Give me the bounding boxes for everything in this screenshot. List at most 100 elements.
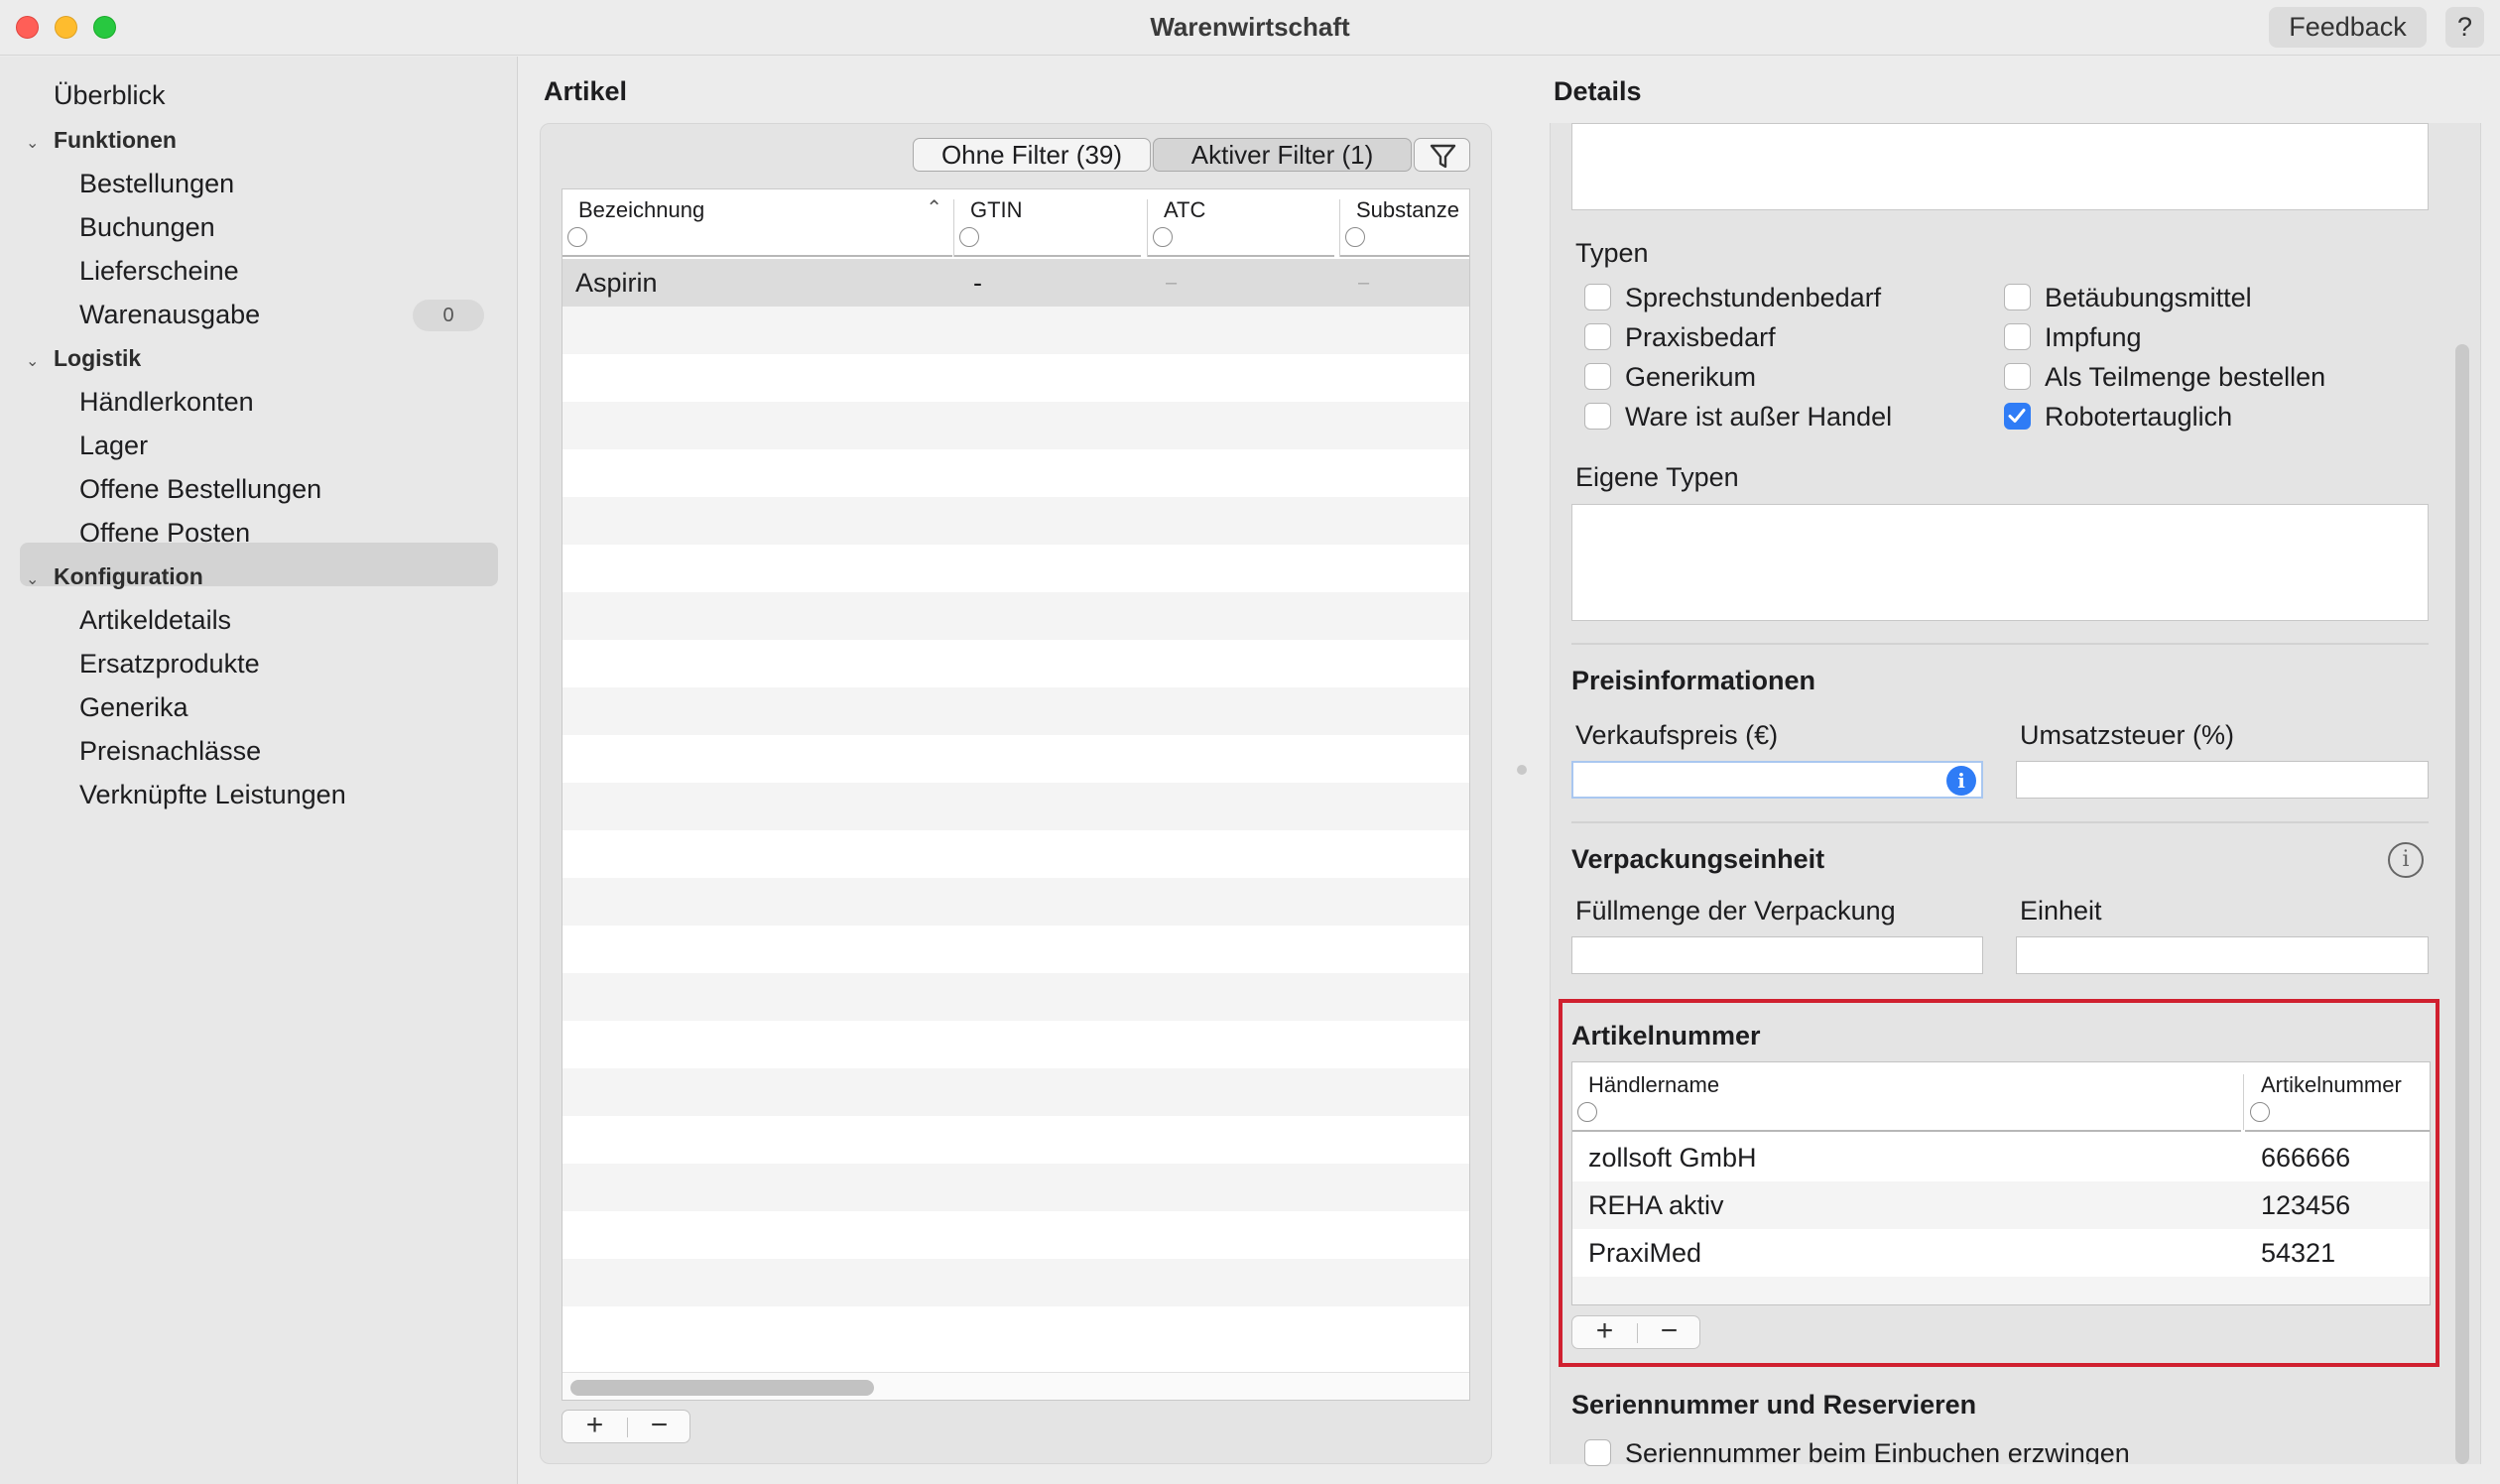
checkbox-robotertauglich[interactable] bbox=[2004, 403, 2031, 430]
sidebar-section-logistik[interactable]: ⌄ Logistik bbox=[26, 338, 141, 378]
cell-gtin: - bbox=[973, 268, 982, 298]
checkbox-label: Impfung bbox=[2045, 322, 2142, 352]
umsatzsteuer-input[interactable] bbox=[2016, 761, 2429, 799]
divider bbox=[1571, 821, 2429, 823]
sidebar-item-warenausgabe[interactable]: Warenausgabe bbox=[79, 295, 260, 334]
column-header-gtin[interactable]: GTIN bbox=[954, 189, 1141, 257]
einheit-label: Einheit bbox=[2020, 896, 2102, 926]
title-bar: Warenwirtschaft Feedback ? bbox=[0, 0, 2500, 56]
column-filter-radio[interactable] bbox=[1153, 227, 1173, 247]
checkbox-ausser-handel[interactable] bbox=[1584, 403, 1611, 430]
fuellmenge-input[interactable] bbox=[1571, 936, 1983, 974]
checkbox-label: Betäubungsmittel bbox=[2045, 283, 2252, 312]
horizontal-scrollbar-thumb[interactable] bbox=[570, 1380, 874, 1396]
column-header-bezeichnung[interactable]: Bezeichnung ⌃ bbox=[562, 189, 952, 257]
row-stripe bbox=[562, 592, 1469, 640]
sidebar-item-bestellungen[interactable]: Bestellungen bbox=[79, 164, 234, 203]
add-button[interactable]: + bbox=[562, 1409, 627, 1442]
sidebar-item-offene-posten[interactable]: Offene Posten bbox=[79, 513, 250, 553]
divider bbox=[1571, 643, 2429, 645]
row-stripe bbox=[562, 783, 1469, 830]
verpackungseinheit-heading: Verpackungseinheit bbox=[1571, 844, 1825, 874]
row-stripe bbox=[562, 878, 1469, 926]
info-circle-icon[interactable]: i bbox=[2388, 842, 2424, 878]
remove-button[interactable]: − bbox=[627, 1409, 691, 1442]
checkbox-label: Praxisbedarf bbox=[1625, 322, 1776, 352]
checkbox-label: Generikum bbox=[1625, 362, 1757, 392]
row-stripe bbox=[562, 1259, 1469, 1306]
sidebar-section-konfiguration[interactable]: ⌄ Konfiguration bbox=[26, 556, 203, 596]
checkbox-label: Als Teilmenge bestellen bbox=[2045, 362, 2326, 392]
section-label: Konfiguration bbox=[54, 563, 203, 589]
sidebar-item-haendlerkonten[interactable]: Händlerkonten bbox=[79, 382, 254, 422]
chevron-down-icon: ⌄ bbox=[26, 571, 40, 588]
info-icon[interactable]: i bbox=[1946, 766, 1976, 796]
filter-none-button[interactable]: Ohne Filter (39) bbox=[913, 138, 1151, 172]
sidebar-item-generika[interactable]: Generika bbox=[79, 687, 188, 727]
sidebar-item-buchungen[interactable]: Buchungen bbox=[79, 207, 215, 247]
checkbox-label: Robotertauglich bbox=[2045, 402, 2233, 432]
cell-bezeichnung: Aspirin bbox=[575, 268, 658, 298]
row-stripe bbox=[562, 973, 1469, 1021]
sidebar-item-ueberblick[interactable]: Überblick bbox=[54, 75, 166, 115]
typen-label: Typen bbox=[1575, 238, 1649, 268]
feedback-button[interactable]: Feedback bbox=[2269, 7, 2427, 48]
umsatzsteuer-label: Umsatzsteuer (%) bbox=[2020, 720, 2235, 750]
details-title: Details bbox=[1554, 76, 1642, 106]
sidebar-item-ersatzprodukte[interactable]: Ersatzprodukte bbox=[79, 644, 260, 683]
filter-active-button[interactable]: Aktiver Filter (1) bbox=[1153, 138, 1412, 172]
description-textarea[interactable] bbox=[1571, 123, 2429, 210]
checkbox-label: Sprechstundenbedarf bbox=[1625, 283, 1882, 312]
artikel-title: Artikel bbox=[544, 76, 628, 106]
column-header-atc[interactable]: ATC bbox=[1148, 189, 1334, 257]
column-label: Substanze bbox=[1356, 197, 1459, 222]
checkbox-generikum[interactable] bbox=[1584, 363, 1611, 390]
warenausgabe-count-badge: 0 bbox=[413, 300, 484, 331]
cell-substanz: – bbox=[1358, 272, 1370, 294]
sidebar-item-offene-bestellungen[interactable]: Offene Bestellungen bbox=[79, 469, 321, 509]
split-view-handle[interactable] bbox=[1517, 765, 1527, 775]
filter-button[interactable] bbox=[1414, 138, 1470, 172]
row-stripe bbox=[562, 402, 1469, 449]
checkbox-teilmenge[interactable] bbox=[2004, 363, 2031, 390]
eigene-typen-label: Eigene Typen bbox=[1575, 462, 1739, 492]
sidebar-item-verknuepfte-leistungen[interactable]: Verknüpfte Leistungen bbox=[79, 775, 346, 814]
section-label: Funktionen bbox=[54, 127, 177, 153]
column-filter-radio[interactable] bbox=[567, 227, 587, 247]
window-title: Warenwirtschaft bbox=[1150, 12, 1350, 42]
checkmark-icon bbox=[2008, 409, 2026, 423]
column-header-substanzen[interactable]: Substanze bbox=[1340, 189, 1469, 257]
funnel-icon bbox=[1430, 144, 1456, 169]
chevron-down-icon: ⌄ bbox=[26, 135, 40, 152]
checkbox-impfung[interactable] bbox=[2004, 323, 2031, 350]
row-stripe bbox=[562, 497, 1469, 545]
table-row[interactable]: Aspirin - – – bbox=[562, 259, 1469, 307]
checkbox-label: Ware ist außer Handel bbox=[1625, 402, 1893, 432]
checkbox-seriennummer[interactable] bbox=[1584, 1439, 1611, 1466]
checkbox-sprechstundenbedarf[interactable] bbox=[1584, 284, 1611, 310]
verkaufspreis-input[interactable] bbox=[1571, 761, 1983, 799]
column-filter-radio[interactable] bbox=[959, 227, 979, 247]
row-stripe bbox=[562, 1068, 1469, 1116]
checkbox-betaeubungsmittel[interactable] bbox=[2004, 284, 2031, 310]
row-stripe bbox=[562, 1164, 1469, 1211]
vertical-scrollbar-thumb[interactable] bbox=[2455, 344, 2469, 1464]
highlight-annotation bbox=[1559, 999, 2439, 1367]
artikel-add-remove-control: + − bbox=[562, 1409, 691, 1443]
verkaufspreis-label: Verkaufspreis (€) bbox=[1575, 720, 1779, 750]
column-label: Bezeichnung bbox=[578, 197, 705, 222]
sidebar-item-preisnachlaesse[interactable]: Preisnachlässe bbox=[79, 731, 261, 771]
sidebar-item-artikeldetails[interactable]: Artikeldetails bbox=[79, 600, 231, 640]
sidebar-item-lieferscheine[interactable]: Lieferscheine bbox=[79, 251, 239, 291]
help-button[interactable]: ? bbox=[2445, 7, 2484, 48]
sidebar-item-lager[interactable]: Lager bbox=[79, 426, 148, 465]
preisinformationen-heading: Preisinformationen bbox=[1571, 666, 1816, 695]
sidebar-section-funktionen[interactable]: ⌄ Funktionen bbox=[26, 120, 177, 160]
section-label: Logistik bbox=[54, 345, 142, 371]
eigene-typen-textarea[interactable] bbox=[1571, 504, 2429, 621]
checkbox-label: Seriennummer beim Einbuchen erzwingen bbox=[1625, 1438, 2130, 1464]
einheit-input[interactable] bbox=[2016, 936, 2429, 974]
row-stripe bbox=[562, 687, 1469, 735]
column-filter-radio[interactable] bbox=[1345, 227, 1365, 247]
checkbox-praxisbedarf[interactable] bbox=[1584, 323, 1611, 350]
